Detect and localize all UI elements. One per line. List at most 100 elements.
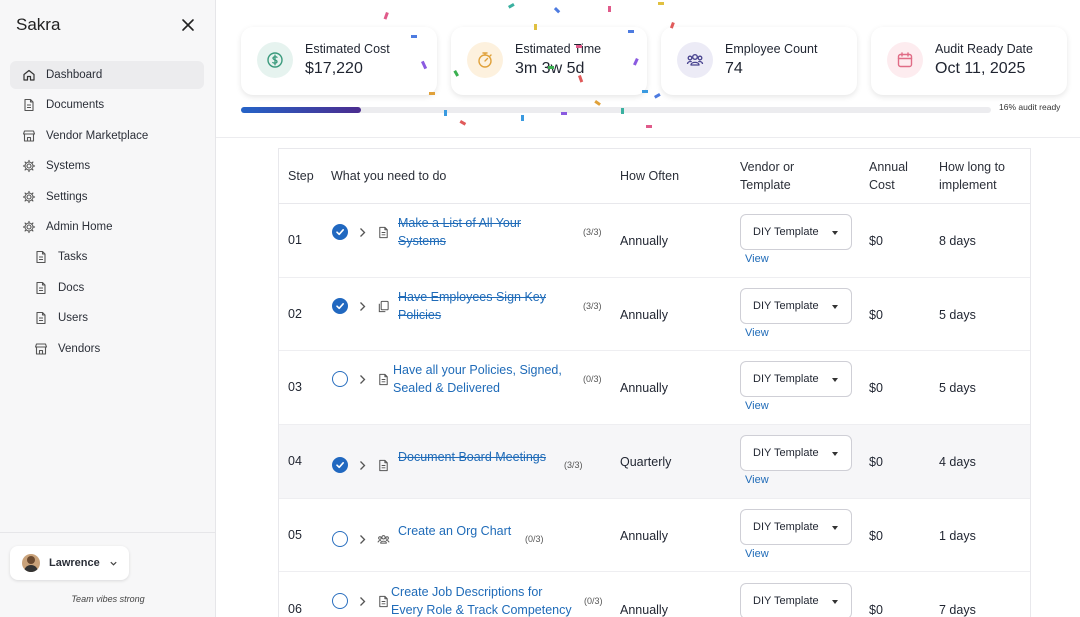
storefront-icon: [34, 342, 48, 356]
caret-down-icon: [832, 525, 838, 530]
vendor-template-value: DIY Template: [753, 594, 819, 607]
check-icon: [336, 302, 344, 309]
vendor-template-select[interactable]: DIY Template: [740, 582, 852, 617]
task-checkbox[interactable]: [332, 592, 348, 609]
annual-cost: $0: [869, 455, 883, 470]
table-row: 04 Document Board Meetings (3/3) Quarterly D…: [279, 425, 1030, 499]
sidebar-item-label: Systems: [46, 160, 91, 173]
step-number: 04: [288, 454, 302, 469]
step-number: 02: [288, 306, 302, 321]
sidebar-item-vendors[interactable]: Vendors: [10, 335, 204, 363]
chevron-right-icon[interactable]: [358, 534, 367, 545]
sidebar-item-label: Admin Home: [46, 220, 113, 233]
table-header: Step What you need to do How Often Vendo…: [279, 149, 1030, 204]
task-title-line2: Every Role & Track Competency: [391, 602, 572, 617]
chevron-right-icon[interactable]: [358, 460, 367, 471]
copy-icon: [377, 300, 390, 313]
task-link[interactable]: Create an Org Chart: [398, 522, 511, 540]
implementation-time: 1 days: [939, 528, 976, 543]
user-menu-button[interactable]: Lawrence: [10, 546, 129, 580]
task-checkbox[interactable]: [332, 530, 348, 547]
stat-card-employee-count: Employee Count 74: [661, 27, 857, 95]
home-icon: [22, 68, 36, 82]
step-number: 03: [288, 380, 302, 395]
sidebar-item-documents[interactable]: Documents: [10, 91, 204, 119]
subtask-count: (3/3): [583, 227, 602, 237]
implementation-time: 5 days: [939, 307, 976, 322]
table-row: 05 Create an Org Chart (0/3) Annually DIY Te…: [279, 499, 1030, 573]
header-vendor-line2: Template: [740, 178, 791, 192]
avatar: [22, 554, 40, 572]
dollar-icon: [257, 42, 293, 78]
stat-value: 74: [725, 60, 743, 77]
task-title-line2: Systems: [398, 234, 446, 248]
table-row: 02 Have Employees Sign Key Policies (3/3) An…: [279, 278, 1030, 352]
sidebar-item-label: Tasks: [58, 251, 88, 264]
chevron-right-icon[interactable]: [358, 227, 367, 238]
document-icon: [377, 226, 390, 239]
view-link[interactable]: View: [745, 474, 769, 486]
chevron-right-icon[interactable]: [358, 374, 367, 385]
sidebar-item-settings[interactable]: Settings: [10, 183, 204, 211]
sidebar-item-dashboard[interactable]: Dashboard: [10, 61, 204, 89]
chevron-right-icon[interactable]: [358, 596, 367, 607]
stat-card-estimated-cost: Estimated Cost $17,220: [241, 27, 437, 95]
view-link[interactable]: View: [745, 548, 769, 560]
caret-down-icon: [832, 304, 838, 309]
header-cost: Annual Cost: [869, 158, 908, 194]
document-icon: [34, 311, 48, 325]
header-often: How Often: [620, 169, 680, 183]
task-checkbox[interactable]: [332, 297, 348, 314]
view-link[interactable]: View: [745, 400, 769, 412]
view-link[interactable]: View: [745, 327, 769, 339]
stat-card-estimated-time: Estimated Time 3m 3w 5d: [451, 27, 647, 95]
subtask-count: (3/3): [564, 460, 583, 471]
sidebar-item-admin-home[interactable]: Admin Home: [10, 213, 204, 241]
header-step: Step: [288, 169, 314, 183]
task-link[interactable]: Have Employees Sign Key Policies: [398, 288, 546, 324]
vendor-template-select[interactable]: DIY Template: [740, 361, 852, 398]
vendor-template-value: DIY Template: [753, 373, 819, 386]
annual-cost: $0: [869, 381, 883, 396]
task-checkbox[interactable]: [332, 371, 348, 388]
task-checkbox[interactable]: [332, 457, 348, 474]
document-icon: [34, 281, 48, 295]
task-link[interactable]: Have all your Policies, Signed, Sealed & …: [393, 361, 562, 397]
frequency: Annually: [620, 528, 668, 543]
task-checkbox[interactable]: [332, 224, 348, 240]
check-icon: [336, 229, 344, 236]
task-link[interactable]: Document Board Meetings: [398, 448, 546, 466]
task-title-line1: Create an Org Chart: [398, 523, 512, 538]
tasks-table: Step What you need to do How Often Vendo…: [278, 148, 1031, 617]
close-icon[interactable]: [180, 17, 196, 33]
subtask-count: (0/3): [525, 533, 544, 544]
task-link[interactable]: Create Job Descriptions for Every Role & …: [391, 583, 572, 617]
header-impl: How long to implement: [939, 158, 1005, 194]
sidebar-item-systems[interactable]: Systems: [10, 152, 204, 180]
vendor-template-select[interactable]: DIY Template: [740, 508, 852, 545]
gear-icon: [22, 190, 36, 204]
task-title-line2: Policies: [398, 307, 442, 322]
frequency: Annually: [620, 381, 668, 396]
sidebar-item-tasks[interactable]: Tasks: [10, 243, 204, 271]
step-number: 06: [288, 601, 302, 616]
sidebar-item-vendor-marketplace[interactable]: Vendor Marketplace: [10, 122, 204, 150]
sidebar-item-users[interactable]: Users: [10, 304, 204, 332]
frequency: Annually: [620, 234, 668, 248]
implementation-time: 7 days: [939, 602, 976, 617]
calendar-icon: [887, 42, 923, 78]
gear-icon: [22, 159, 36, 173]
vendor-template-value: DIY Template: [753, 299, 819, 312]
gear-icon: [22, 220, 36, 234]
implementation-time: 4 days: [939, 455, 976, 470]
stat-label: Estimated Cost: [305, 42, 390, 56]
sidebar-item-docs[interactable]: Docs: [10, 274, 204, 302]
task-link[interactable]: Make a List of All Your Systems: [398, 214, 521, 250]
vendor-template-select[interactable]: DIY Template: [740, 287, 852, 324]
view-link[interactable]: View: [745, 253, 769, 265]
user-name: Lawrence: [49, 557, 100, 569]
vendor-template-select[interactable]: DIY Template: [740, 214, 852, 250]
chevron-right-icon[interactable]: [358, 301, 367, 312]
vendor-template-select[interactable]: DIY Template: [740, 435, 852, 472]
stat-value: $17,220: [305, 60, 363, 77]
